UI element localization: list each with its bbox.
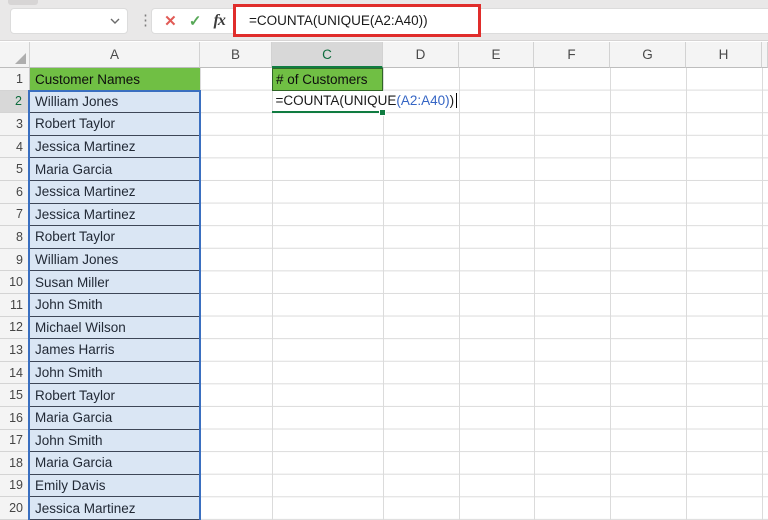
excel-window: ⋮ ✕ ✓ fx =COUNTA(UNIQUE(A2:A40)) A B C D… <box>0 0 768 520</box>
cancel-icon[interactable]: ✕ <box>164 12 177 30</box>
formula-text-pre: =COUNTA(UNIQUE <box>275 93 397 109</box>
row-header-18[interactable]: 18 <box>0 452 30 475</box>
gridline <box>459 68 460 520</box>
sheet-grid[interactable]: 1 2 3 4 5 6 7 8 9 10 11 12 13 14 15 16 1… <box>0 68 768 520</box>
cell-a15[interactable]: Robert Taylor <box>30 384 200 407</box>
cell-a14[interactable]: John Smith <box>30 361 200 385</box>
column-header-f[interactable]: F <box>534 42 610 68</box>
row-header-10[interactable]: 10 <box>0 271 30 294</box>
column-header-d[interactable]: D <box>383 42 459 68</box>
cell-a10[interactable]: Susan Miller <box>30 271 200 294</box>
cell-a4[interactable]: Jessica Martinez <box>30 135 200 159</box>
row-header-4[interactable]: 4 <box>0 135 30 159</box>
cell-a9[interactable]: William Jones <box>30 248 200 272</box>
row-header-15[interactable]: 15 <box>0 384 30 407</box>
chevron-down-icon[interactable] <box>110 18 120 24</box>
row-header-2[interactable]: 2 <box>0 90 30 114</box>
cell-a8[interactable]: Robert Taylor <box>30 226 200 249</box>
cell-a5[interactable]: Maria Garcia <box>30 158 200 181</box>
gridline <box>610 68 611 520</box>
insert-function-icon[interactable]: fx <box>214 12 226 30</box>
cell-a20[interactable]: Jessica Martinez <box>30 497 200 520</box>
formula-buttons-group: ✕ ✓ fx <box>151 8 238 34</box>
column-a-cells: Customer Names William Jones Robert Tayl… <box>30 68 200 520</box>
column-header-h[interactable]: H <box>686 42 762 68</box>
row-header-11[interactable]: 11 <box>0 293 30 317</box>
column-header-row: A B C D E F G H <box>0 42 768 68</box>
cell-a3[interactable]: Robert Taylor <box>30 113 200 136</box>
cell-a13[interactable]: James Harris <box>30 339 200 362</box>
formula-highlight-box: =COUNTA(UNIQUE(A2:A40)) <box>233 4 481 37</box>
row-header-5[interactable]: 5 <box>0 158 30 181</box>
cell-a7[interactable]: Jessica Martinez <box>30 203 200 227</box>
cell-c1-header[interactable]: # of Customers <box>272 68 383 91</box>
name-box[interactable] <box>10 8 128 34</box>
fill-handle[interactable] <box>379 109 386 117</box>
row-header-14[interactable]: 14 <box>0 361 30 385</box>
cell-a18[interactable]: Maria Garcia <box>30 452 200 475</box>
cell-a6[interactable]: Jessica Martinez <box>30 180 200 204</box>
cell-a11[interactable]: John Smith <box>30 293 200 317</box>
cell-a12[interactable]: Michael Wilson <box>30 316 200 340</box>
row-header-20[interactable]: 20 <box>0 497 30 520</box>
cell-a16[interactable]: Maria Garcia <box>30 406 200 430</box>
gridline <box>272 68 273 520</box>
row-header-9[interactable]: 9 <box>0 248 30 272</box>
active-cell-bottom-border <box>272 111 383 114</box>
row-header-17[interactable]: 17 <box>0 429 30 453</box>
column-header-a[interactable]: A <box>30 42 200 68</box>
gridline <box>200 68 201 520</box>
text-cursor <box>456 93 458 109</box>
gridline <box>762 68 763 520</box>
cell-a1-header[interactable]: Customer Names <box>30 68 200 91</box>
select-all-button[interactable] <box>0 42 30 68</box>
gridline <box>534 68 535 520</box>
row-header-7[interactable]: 7 <box>0 203 30 227</box>
cell-a17[interactable]: John Smith <box>30 429 200 453</box>
cell-a19[interactable]: Emily Davis <box>30 474 200 498</box>
window-notch <box>8 0 38 5</box>
column-header-e[interactable]: E <box>459 42 534 68</box>
row-header-column: 1 2 3 4 5 6 7 8 9 10 11 12 13 14 15 16 1… <box>0 68 30 520</box>
column-header-c[interactable]: C <box>272 42 383 68</box>
row-header-6[interactable]: 6 <box>0 180 30 204</box>
enter-icon[interactable]: ✓ <box>189 12 202 30</box>
row-header-8[interactable]: 8 <box>0 226 30 249</box>
cell-a2[interactable]: William Jones <box>30 90 200 114</box>
row-header-13[interactable]: 13 <box>0 339 30 362</box>
column-header-b[interactable]: B <box>200 42 272 68</box>
row-header-16[interactable]: 16 <box>0 406 30 430</box>
gridline <box>686 68 687 520</box>
row-header-19[interactable]: 19 <box>0 474 30 498</box>
formula-text-post: ) <box>449 93 455 109</box>
row-header-3[interactable]: 3 <box>0 113 30 136</box>
formula-toolbar: ⋮ ✕ ✓ fx =COUNTA(UNIQUE(A2:A40)) <box>0 0 768 41</box>
formula-text-range-ref: (A2:A40) <box>396 93 450 109</box>
row-header-1[interactable]: 1 <box>0 68 30 91</box>
formula-bar-text[interactable]: =COUNTA(UNIQUE(A2:A40)) <box>236 13 428 28</box>
gridline <box>383 68 384 520</box>
column-header-filler <box>762 42 768 68</box>
select-all-triangle-icon <box>15 53 26 64</box>
row-header-12[interactable]: 12 <box>0 316 30 340</box>
column-header-g[interactable]: G <box>610 42 686 68</box>
cell-c2-editing[interactable]: =COUNTA(UNIQUE (A2:A40)) <box>272 90 458 112</box>
